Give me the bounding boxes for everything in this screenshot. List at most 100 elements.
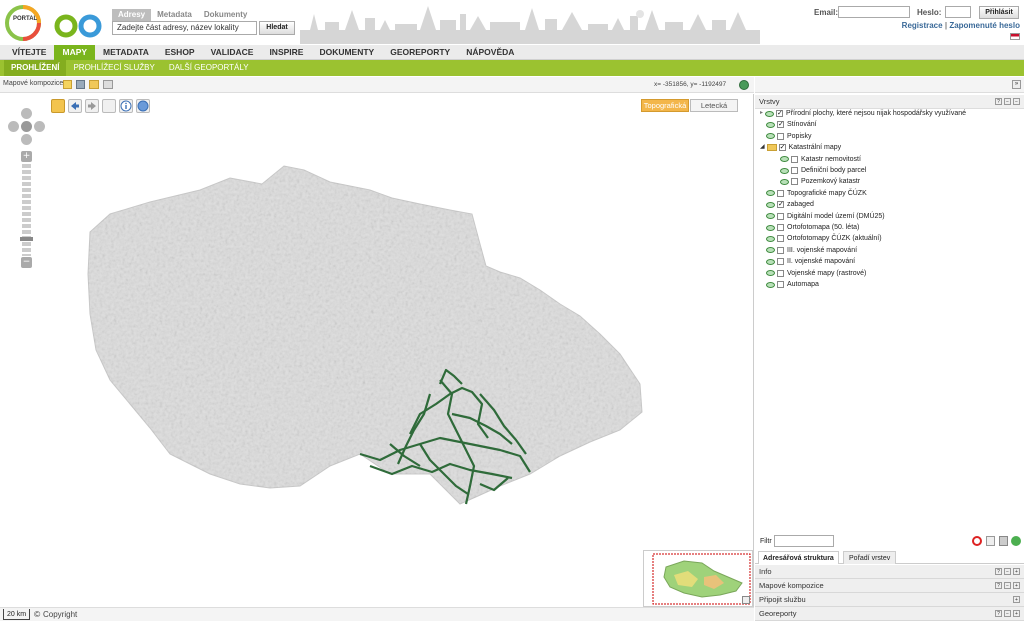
subnav-dalsi-geoportaly[interactable]: DALŠÍ GEOPORTÁLY <box>162 60 256 76</box>
filter-input[interactable] <box>774 535 834 547</box>
search-input[interactable]: Zadejte část adresy, název lokality <box>112 21 257 35</box>
trash-icon[interactable] <box>999 536 1008 546</box>
nav-napoveda[interactable]: NÁPOVĚDA <box>458 45 522 60</box>
print-icon[interactable] <box>103 80 113 89</box>
layer-checkbox[interactable] <box>791 178 798 186</box>
search-tab-adresy[interactable]: Adresy <box>112 9 152 21</box>
email-field[interactable] <box>838 6 910 18</box>
nav-vitejte[interactable]: VÍTEJTE <box>4 45 54 60</box>
zoom-slider-handle[interactable] <box>20 237 33 241</box>
layer-row[interactable]: zabaged <box>760 199 814 210</box>
help-icon[interactable]: ? <box>995 610 1002 617</box>
nav-dokumenty[interactable]: DOKUMENTY <box>311 45 382 60</box>
overview-map[interactable] <box>643 550 753 607</box>
zoom-out-icon[interactable]: − <box>21 257 32 268</box>
expand-icon[interactable]: + <box>1013 582 1020 589</box>
layer-row[interactable]: ▸ Přírodní plochy, které nejsou nijak hos… <box>760 108 966 119</box>
globe-tool-icon[interactable] <box>136 99 150 113</box>
register-link[interactable]: Registrace <box>902 21 943 30</box>
layer-visibility-icon[interactable] <box>766 281 775 288</box>
pan-hand-tool-icon[interactable] <box>51 99 65 113</box>
collapse-panel-icon[interactable]: » <box>1012 80 1021 89</box>
layer-visibility-icon[interactable] <box>766 258 775 265</box>
pan-up-icon[interactable] <box>21 108 32 119</box>
layer-visibility-icon[interactable] <box>766 133 775 140</box>
overview-toggle-icon[interactable] <box>742 596 750 604</box>
layer-row[interactable]: III. vojenské mapování <box>760 245 857 256</box>
add-layer-icon[interactable] <box>1011 536 1021 546</box>
layer-checkbox[interactable] <box>777 199 784 210</box>
layer-checkbox[interactable] <box>777 246 784 254</box>
base-layer-topographic-button[interactable]: Topografická <box>641 99 689 112</box>
pan-down-icon[interactable] <box>21 134 32 145</box>
layer-row[interactable]: Topografické mapy ČÚZK <box>760 188 867 199</box>
layer-checkbox[interactable] <box>777 212 784 220</box>
map-canvas[interactable] <box>0 94 754 607</box>
open-composition-icon[interactable] <box>89 80 99 89</box>
layer-checkbox[interactable] <box>777 258 784 266</box>
clear-filter-icon[interactable] <box>972 536 982 546</box>
copyright-link[interactable]: Copyright <box>43 609 77 620</box>
section-georeporty[interactable]: Georeporty ? − + <box>755 607 1024 621</box>
history-forward-icon[interactable] <box>85 99 99 113</box>
expand-icon[interactable]: + <box>1013 610 1020 617</box>
layer-row[interactable]: Definiční body parcel <box>774 165 866 176</box>
layer-visibility-icon[interactable] <box>766 235 775 242</box>
document-icon[interactable] <box>986 536 995 546</box>
section-info[interactable]: Info ? − + <box>755 565 1024 579</box>
minimize-icon[interactable]: − <box>1004 610 1011 617</box>
layer-checkbox[interactable] <box>778 142 786 153</box>
forgot-password-link[interactable]: Zapomenuté heslo <box>949 21 1020 30</box>
coordinate-system-icon[interactable] <box>739 80 749 90</box>
password-field[interactable] <box>945 6 971 18</box>
help-icon[interactable]: ? <box>995 582 1002 589</box>
geoportal-logo[interactable]: PORTAL <box>4 4 104 42</box>
minimize-icon[interactable]: − <box>1004 98 1011 105</box>
layer-row[interactable]: ◢ Katastrální mapy <box>760 142 841 153</box>
layer-visibility-icon[interactable] <box>766 270 775 277</box>
layer-row[interactable]: Digitální model území (DMÚ25) <box>760 211 885 222</box>
collapse-arrow-icon[interactable]: ◢ <box>760 142 765 153</box>
zoom-in-icon[interactable]: + <box>21 151 32 162</box>
layer-row[interactable]: II. vojenské mapování <box>760 256 855 267</box>
nav-inspire[interactable]: INSPIRE <box>261 45 311 60</box>
search-button[interactable]: Hledat <box>259 21 295 35</box>
login-button[interactable]: Přihlásit <box>979 6 1019 19</box>
layer-checkbox[interactable] <box>777 281 784 288</box>
layer-visibility-icon[interactable] <box>766 201 775 208</box>
layer-row[interactable]: Ortofotomapa (50. léta) <box>760 222 859 233</box>
pan-right-icon[interactable] <box>34 121 45 132</box>
layer-row[interactable]: Vojenské mapy (rastrové) <box>760 268 866 279</box>
close-icon[interactable]: − <box>1013 98 1020 105</box>
layer-row[interactable]: Stínování <box>760 119 817 130</box>
layer-visibility-icon[interactable] <box>780 178 789 185</box>
nav-eshop[interactable]: ESHOP <box>157 45 203 60</box>
zoom-slider-track[interactable] <box>22 164 31 256</box>
pan-left-icon[interactable] <box>8 121 19 132</box>
help-icon[interactable]: ? <box>995 98 1002 105</box>
layer-checkbox[interactable] <box>777 132 784 140</box>
new-composition-icon[interactable] <box>63 80 72 89</box>
layer-checkbox[interactable] <box>791 155 798 163</box>
nav-mapy[interactable]: MAPY <box>54 45 96 60</box>
subnav-prohlizeci-sluzby[interactable]: PROHLÍŽECÍ SLUŽBY <box>66 60 161 76</box>
nav-georeporty[interactable]: GEOREPORTY <box>382 45 458 60</box>
layer-visibility-icon[interactable] <box>766 190 775 197</box>
expand-icon[interactable]: + <box>1013 568 1020 575</box>
help-icon[interactable]: ? <box>995 568 1002 575</box>
layer-visibility-icon[interactable] <box>780 156 789 163</box>
layer-row[interactable]: Ortofotomapy ČÚZK (aktuální) <box>760 233 882 244</box>
minimize-icon[interactable]: − <box>1004 568 1011 575</box>
layer-row[interactable]: Pozemkový katastr <box>774 176 860 187</box>
layer-visibility-icon[interactable] <box>766 213 775 220</box>
tab-poradi-vrstev[interactable]: Pořadí vrstev <box>843 551 897 564</box>
section-compositions[interactable]: Mapové kompozice ? − + <box>755 579 1024 593</box>
layer-visibility-icon[interactable] <box>765 110 775 117</box>
layer-visibility-icon[interactable] <box>780 167 789 174</box>
layer-checkbox[interactable] <box>776 108 784 119</box>
subnav-prohlizeni[interactable]: PROHLÍŽENÍ <box>4 60 67 76</box>
map-viewport[interactable]: Topografická Letecká + − <box>0 94 754 607</box>
layer-row[interactable]: Automapa <box>760 279 819 290</box>
layer-checkbox[interactable] <box>791 167 798 174</box>
nav-validace[interactable]: VALIDACE <box>203 45 262 60</box>
